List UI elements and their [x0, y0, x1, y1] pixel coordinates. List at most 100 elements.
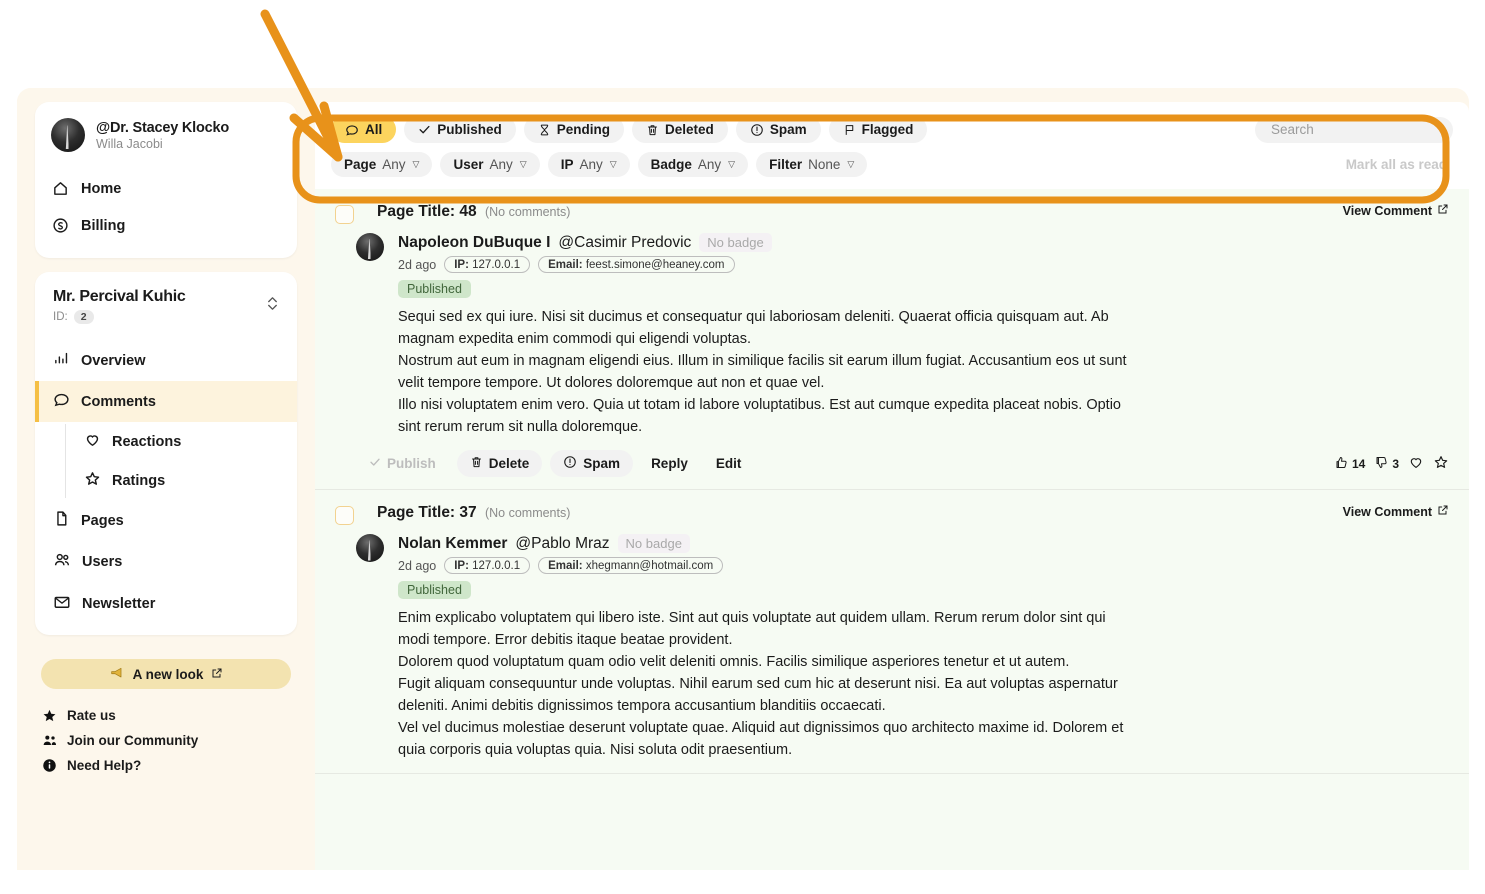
- comment-ip-pill: IP: 127.0.0.1: [444, 557, 531, 575]
- sidebar-item-overview-label: Overview: [81, 352, 146, 369]
- comment-select-checkbox[interactable]: [335, 205, 354, 224]
- project-nav-list: Overview Comments Reactions Ratings Page…: [35, 340, 297, 625]
- comment-author-handle: @Pablo Mraz: [515, 535, 610, 553]
- dropdown-ip-value: Any: [579, 157, 603, 172]
- dropdown-page[interactable]: Page Any ▽: [331, 152, 433, 177]
- star-filled-icon: [41, 707, 58, 724]
- dollar-circle-icon: [51, 216, 70, 235]
- dropdown-filter-value: None: [808, 157, 841, 172]
- publish-button[interactable]: Publish: [356, 451, 449, 476]
- filter-chip-deleted[interactable]: Deleted: [632, 116, 728, 143]
- comment-paragraph: Sequi sed ex qui iure. Nisi sit ducimus …: [398, 309, 1109, 348]
- sidebar-item-reactions[interactable]: Reactions: [65, 422, 297, 461]
- footer-item-rate-us[interactable]: Rate us: [41, 707, 297, 724]
- comment-badge: No badge: [617, 534, 690, 554]
- app-window: @Dr. Stacey Klocko Willa Jacobi Home Bil…: [17, 88, 1469, 870]
- check-icon: [369, 456, 381, 471]
- view-comment-link[interactable]: View Comment: [1343, 504, 1449, 519]
- chevron-down-icon: ▽: [609, 159, 617, 169]
- thumbs-up-icon: [1334, 455, 1349, 473]
- reply-button[interactable]: Reply: [641, 451, 698, 476]
- hourglass-icon: [538, 123, 551, 137]
- project-id-row: ID: 2: [53, 310, 185, 324]
- filter-chip-flagged[interactable]: Flagged: [828, 116, 928, 143]
- filter-toolbar: All Published Pending Deleted Spam Flagg…: [315, 102, 1469, 189]
- nav-item-home[interactable]: Home: [35, 170, 297, 207]
- new-look-button[interactable]: A new look: [41, 659, 291, 689]
- search-input[interactable]: [1255, 116, 1453, 143]
- comment-ip-value: 127.0.0.1: [472, 258, 521, 271]
- comment-select-checkbox[interactable]: [335, 506, 354, 526]
- comment-time-ago: 2d ago: [398, 558, 437, 573]
- footer-item-help[interactable]: Need Help?: [41, 757, 297, 774]
- trash-icon: [470, 455, 483, 472]
- comment-paragraph: Dolorem quod voluptatum quam odio velit …: [398, 654, 1070, 671]
- comment-paragraph: Fugit aliquam consequuntur unde voluptas…: [398, 676, 1118, 715]
- dropdown-filter-row: Page Any ▽ User Any ▽ IP Any ▽ Badge Any: [331, 152, 1453, 177]
- filter-chip-published[interactable]: Published: [404, 116, 516, 143]
- thumbs-down-counter[interactable]: 3: [1374, 455, 1399, 473]
- people-icon: [41, 732, 58, 749]
- document-icon: [53, 510, 70, 531]
- comment-meta-row: 2d ago IP: 127.0.0.1 Email: feest.simone…: [398, 256, 1449, 273]
- status-filter-row: All Published Pending Deleted Spam Flagg…: [331, 116, 1453, 143]
- publish-label: Publish: [387, 456, 436, 472]
- filter-chip-flagged-label: Flagged: [861, 122, 914, 137]
- dropdown-filter-label: Filter: [769, 157, 803, 172]
- comment-main: Nolan Kemmer @Pablo Mraz No badge 2d ago…: [398, 534, 1449, 761]
- thumbs-up-counter[interactable]: 14: [1334, 455, 1365, 473]
- users-icon: [53, 551, 71, 573]
- filter-chip-pending[interactable]: Pending: [523, 116, 625, 143]
- dropdown-user[interactable]: User Any ▽: [440, 152, 540, 177]
- chat-bubble-icon: [53, 391, 70, 412]
- status-badge: Published: [398, 280, 471, 298]
- project-id-value: 2: [73, 310, 94, 324]
- footer-item-community[interactable]: Join our Community: [41, 732, 297, 749]
- sidebar-item-users[interactable]: Users: [35, 541, 297, 583]
- delete-button[interactable]: Delete: [456, 450, 543, 478]
- heart-button[interactable]: [1408, 454, 1424, 473]
- comment-ip-label: IP:: [454, 559, 469, 572]
- comment-actions: Publish Delete Spam Reply Edit 14 3: [356, 450, 1449, 478]
- mark-all-as-read-button[interactable]: Mark all as read: [1346, 157, 1453, 172]
- new-look-label: A new look: [132, 666, 204, 682]
- megaphone-icon: [109, 665, 125, 684]
- view-comment-label: View Comment: [1342, 203, 1432, 218]
- project-header[interactable]: Mr. Percival Kuhic ID: 2: [35, 288, 297, 324]
- comment-email-value: feest.simone@heaney.com: [585, 258, 725, 271]
- external-link-icon: [1437, 203, 1449, 218]
- star-icon: [1433, 454, 1449, 473]
- footer-item-rate-us-label: Rate us: [67, 708, 116, 723]
- sidebar-item-comments[interactable]: Comments: [35, 381, 297, 422]
- dropdown-filter[interactable]: Filter None ▽: [756, 152, 868, 177]
- sidebar-item-newsletter[interactable]: Newsletter: [35, 583, 297, 625]
- sidebar-item-ratings[interactable]: Ratings: [65, 461, 297, 500]
- chevron-up-down-icon[interactable]: [266, 295, 279, 317]
- status-badge: Published: [398, 581, 471, 600]
- sidebar-item-overview[interactable]: Overview: [35, 340, 297, 381]
- filter-chip-spam[interactable]: Spam: [735, 116, 821, 143]
- comment-ip-pill: IP: 127.0.0.1: [444, 256, 531, 273]
- dropdown-badge[interactable]: Badge Any ▽: [637, 152, 749, 177]
- profile-row[interactable]: @Dr. Stacey Klocko Willa Jacobi: [35, 118, 297, 152]
- comment-email-pill: Email: xhegmann@hotmail.com: [538, 557, 724, 575]
- sidebar-item-pages-label: Pages: [81, 512, 124, 529]
- comment-paragraph: Illo nisi voluptatem enim vero. Quia ut …: [398, 397, 1121, 436]
- nav-item-billing[interactable]: Billing: [35, 207, 297, 244]
- edit-button[interactable]: Edit: [706, 451, 752, 476]
- dropdown-badge-label: Badge: [650, 157, 692, 172]
- exclamation-circle-icon: [750, 123, 764, 137]
- avatar: [356, 534, 384, 563]
- comment-no-comments-label: (No comments): [484, 205, 571, 219]
- exclamation-circle-icon: [563, 455, 577, 472]
- comment-text: Enim explicabo voluptatem qui libero ist…: [398, 607, 1128, 761]
- comment-body: Nolan Kemmer @Pablo Mraz No badge 2d ago…: [335, 534, 1449, 761]
- filter-chip-all[interactable]: All: [331, 116, 397, 143]
- bar-chart-icon: [53, 350, 70, 371]
- star-button[interactable]: [1433, 454, 1449, 473]
- dropdown-ip[interactable]: IP Any ▽: [547, 152, 630, 177]
- sidebar-item-pages[interactable]: Pages: [35, 500, 297, 541]
- comment-author-handle: @Casimir Predovic: [558, 234, 692, 251]
- view-comment-link[interactable]: View Comment: [1343, 203, 1449, 218]
- spam-button[interactable]: Spam: [550, 450, 634, 478]
